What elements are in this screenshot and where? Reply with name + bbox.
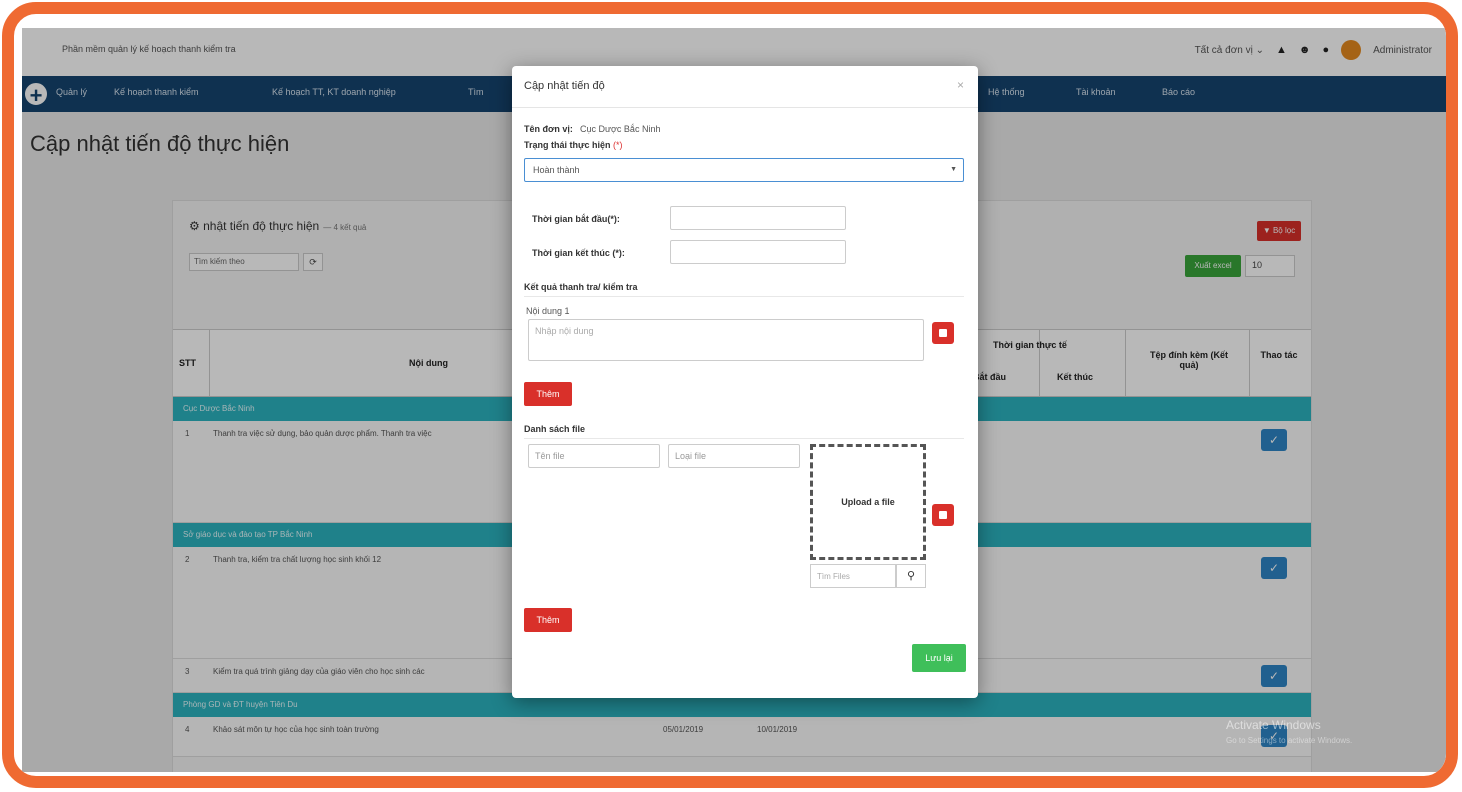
modal-header: Cập nhật tiến độ × xyxy=(512,66,978,108)
delete-content-button[interactable] xyxy=(932,322,954,344)
modal-title: Cập nhật tiến độ xyxy=(524,80,605,92)
upload-dropzone[interactable]: Upload a file xyxy=(810,444,926,560)
update-progress-modal: Cập nhật tiến độ × Tên đơn vị: Cục Dược … xyxy=(512,66,978,698)
close-icon[interactable]: × xyxy=(957,78,964,92)
file-type-input[interactable]: Loại file xyxy=(668,444,800,468)
status-label: Trạng thái thực hiện (*) xyxy=(524,140,623,150)
windows-watermark: Activate Windows xyxy=(1226,718,1321,732)
app-screen: Phần mềm quản lý kế hoạch thanh kiểm tra… xyxy=(22,28,1446,772)
search-icon[interactable]: ⚲ xyxy=(896,564,926,588)
content-label: Nội dung 1 xyxy=(526,306,570,316)
chevron-down-icon: ▼ xyxy=(950,166,957,173)
save-button[interactable]: Lưu lại xyxy=(912,644,966,672)
orange-frame: Phần mềm quản lý kế hoạch thanh kiểm tra… xyxy=(2,2,1458,788)
result-section-title: Kết quả thanh tra/ kiểm tra xyxy=(524,282,638,292)
windows-watermark-sub: Go to Settings to activate Windows. xyxy=(1226,736,1353,745)
start-time-input[interactable] xyxy=(670,206,846,230)
status-select[interactable]: Hoàn thành ▼ xyxy=(524,158,964,182)
delete-file-button[interactable] xyxy=(932,504,954,526)
end-time-input[interactable] xyxy=(670,240,846,264)
content-textarea[interactable]: Nhập nội dung xyxy=(528,319,924,361)
unit-label: Tên đơn vị: xyxy=(524,124,573,134)
files-section-title: Danh sách file xyxy=(524,424,586,434)
add-file-button[interactable]: Thêm xyxy=(524,608,572,632)
start-time-label: Thời gian bắt đầu(*): xyxy=(532,214,620,224)
file-name-input[interactable]: Tên file xyxy=(528,444,660,468)
file-search-input[interactable]: Tìm Files xyxy=(810,564,896,588)
unit-value: Cục Dược Bắc Ninh xyxy=(580,124,661,134)
add-content-button[interactable]: Thêm xyxy=(524,382,572,406)
end-time-label: Thời gian kết thúc (*): xyxy=(532,248,625,258)
